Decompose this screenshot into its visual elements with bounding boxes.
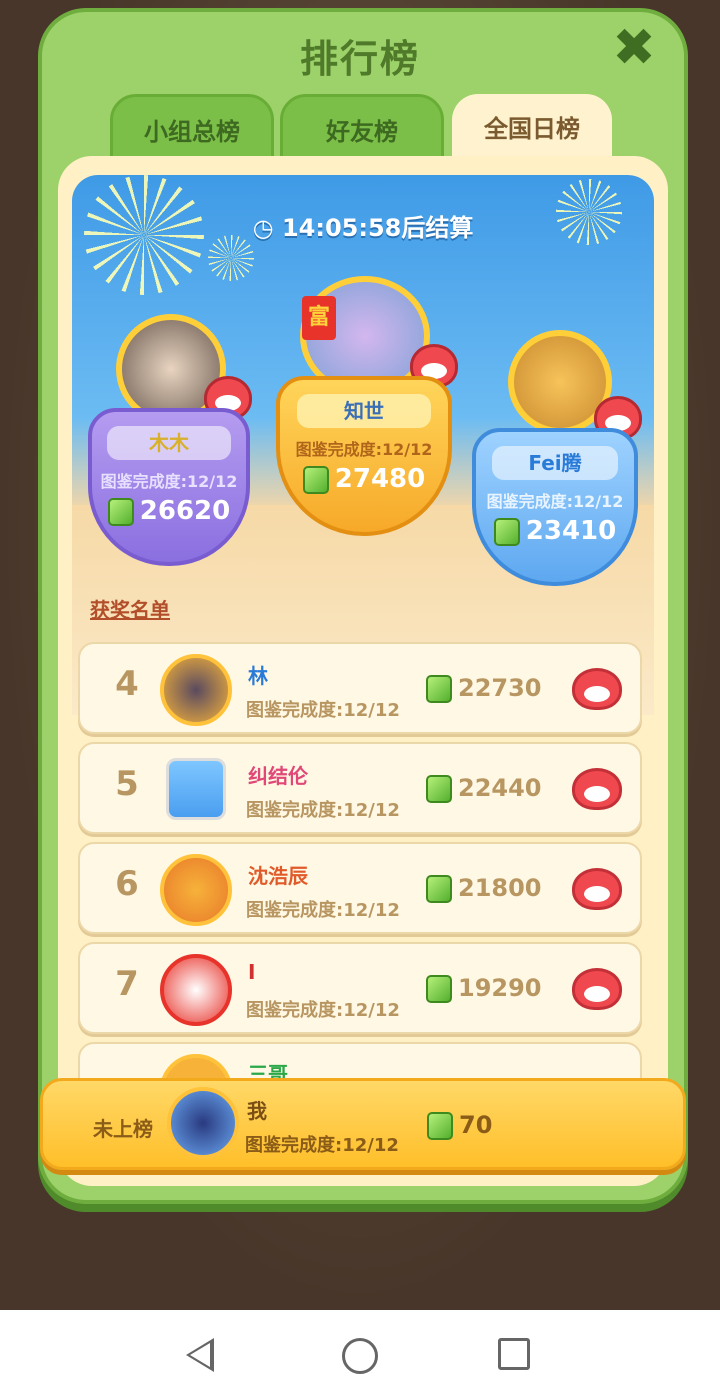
score-value: 21800 [458,874,542,902]
player-name: 木木 [107,426,231,460]
ranking-row[interactable]: 4 林 图鉴完成度:12/12 22730 [78,642,642,734]
rank-number: 4 [115,664,139,704]
ranking-row[interactable]: 5 纠结伦 图鉴完成度:12/12 22440 [78,742,642,834]
rank-number: 6 [115,864,139,904]
settlement-timer: ◷ 14:05:58后结算 [72,208,654,243]
fox-like-icon[interactable] [572,768,622,810]
score-value: 23410 [525,516,617,546]
podium-second-place: 木木 图鉴完成度:12/12 26620 [88,408,250,566]
gem-icon [427,1112,453,1140]
score-value: 26620 [139,496,231,526]
player-score: 27480 [280,464,448,494]
winners-list-label: 获奖名单 [90,598,170,622]
clock-icon: ◷ [252,214,274,242]
fortune-badge: 富 [302,296,336,340]
completion-text: 图鉴完成度:12/12 [486,492,624,511]
fox-like-icon[interactable] [572,968,622,1010]
my-avatar[interactable] [167,1087,239,1159]
player-score: 22440 [426,774,542,803]
my-score: 70 [427,1111,492,1140]
home-icon[interactable] [342,1338,378,1374]
player-score: 22730 [426,674,542,703]
my-name: 我 [247,1099,267,1123]
gem-icon [426,775,452,803]
gem-icon [426,975,452,1003]
my-ranking-bar: 未上榜 我 图鉴完成度:12/12 70 [40,1078,686,1170]
player-score: 19290 [426,974,542,1003]
player-avatar[interactable] [160,654,232,726]
player-score: 23410 [476,516,634,546]
score-value: 27480 [334,464,426,494]
fox-like-icon[interactable] [572,868,622,910]
player-name: 林 [248,664,268,688]
tab-national-daily[interactable]: 全国日榜 [452,94,612,164]
my-rank-status: 未上榜 [93,1117,153,1141]
my-completion-text: 图鉴完成度:12/12 [245,1135,399,1156]
score-value: 70 [459,1111,493,1139]
player-name: I [248,960,256,984]
recent-apps-icon[interactable] [498,1338,530,1370]
gem-icon [493,517,520,546]
completion-text: 图鉴完成度:12/12 [295,440,433,459]
gem-icon [426,675,452,703]
player-score: 21800 [426,874,542,903]
player-name: 纠结伦 [248,764,308,788]
completion-text: 图鉴完成度:12/12 [100,472,238,491]
completion-text: 图鉴完成度:12/12 [246,900,400,921]
gem-icon [426,875,452,903]
player-avatar[interactable] [160,954,232,1026]
gem-icon [302,465,329,494]
completion-text: 图鉴完成度:12/12 [246,800,400,821]
player-name: Fei腾 [491,446,619,480]
ranking-row[interactable]: 7 I 图鉴完成度:12/12 19290 [78,942,642,1034]
system-nav-bar [0,1310,720,1399]
close-button[interactable]: ✖ [612,22,656,74]
player-avatar[interactable] [166,758,226,820]
tab-group-total[interactable]: 小组总榜 [110,94,274,164]
gem-icon [107,497,134,526]
score-value: 19290 [458,974,542,1002]
timer-text: 14:05:58后结算 [281,214,474,242]
ranking-row[interactable]: 6 沈浩辰 图鉴完成度:12/12 21800 [78,842,642,934]
completion-text: 图鉴完成度:12/12 [246,1000,400,1021]
completion-text: 图鉴完成度:12/12 [246,700,400,721]
back-icon[interactable] [186,1338,214,1372]
player-name: 沈浩辰 [248,864,308,888]
score-value: 22440 [458,774,542,802]
rank-number: 7 [115,964,139,1004]
tab-friends[interactable]: 好友榜 [280,94,444,164]
fox-like-icon[interactable] [572,668,622,710]
score-value: 22730 [458,674,542,702]
player-name: 知世 [296,394,432,428]
player-score: 26620 [92,496,246,526]
rank-number: 5 [115,764,139,804]
player-avatar[interactable] [160,854,232,926]
podium-third-place: Fei腾 图鉴完成度:12/12 23410 [472,428,638,586]
